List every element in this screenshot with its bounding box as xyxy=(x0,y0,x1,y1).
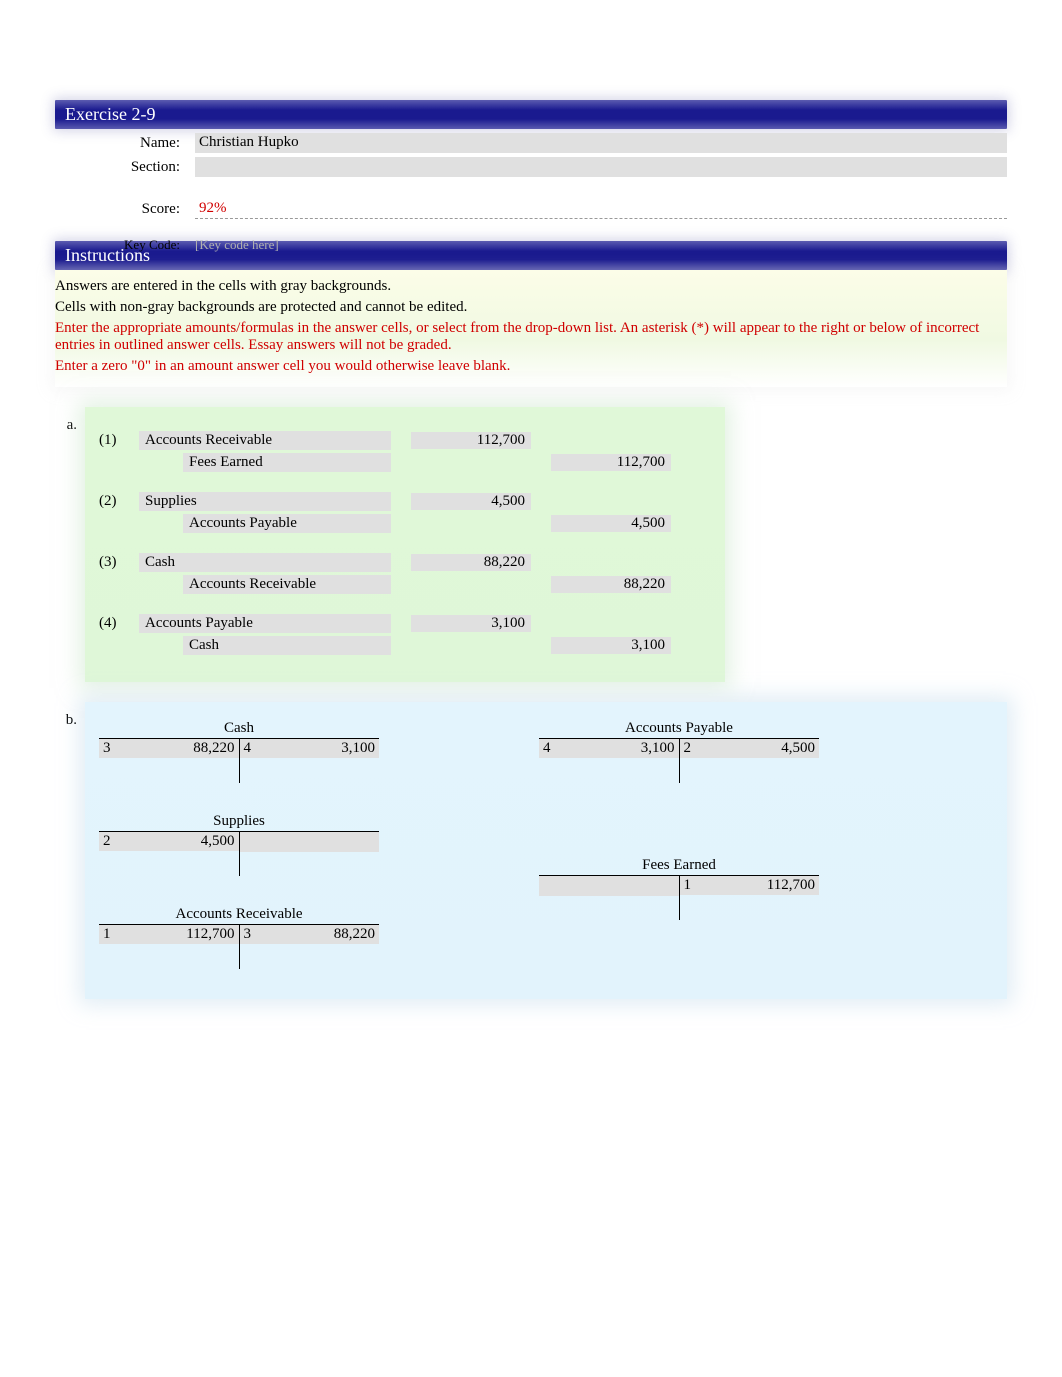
t-account-title: Accounts Receivable xyxy=(99,906,379,925)
t-account-debit-entry[interactable] xyxy=(539,876,679,896)
section-b-body: Cash 3 88,220 4 3,100 xyxy=(85,702,1007,999)
section-a-body: (1) Accounts Receivable 112,700 Fees Ear… xyxy=(85,407,725,682)
entry-amount: 4,500 xyxy=(121,833,235,850)
entry-ref: 4 xyxy=(543,740,561,757)
entry-ref: 3 xyxy=(244,926,262,943)
je-num: (4) xyxy=(99,615,139,632)
t-account-title: Accounts Payable xyxy=(539,720,819,739)
credit-amount-input[interactable]: 112,700 xyxy=(551,454,671,471)
credit-amount-input[interactable]: 88,220 xyxy=(551,576,671,593)
credit-account-select[interactable]: Accounts Receivable xyxy=(183,575,391,594)
section-b-letter: b. xyxy=(55,702,85,999)
entry-ref: 4 xyxy=(244,740,262,757)
section-a: a. (1) Accounts Receivable 112,700 Fees … xyxy=(55,407,1007,682)
entry-amount: 112,700 xyxy=(121,926,235,943)
journal-entry-3: (3) Cash 88,220 Accounts Receivable 88,2… xyxy=(99,553,711,594)
debit-account-select[interactable]: Supplies xyxy=(139,492,391,511)
t-account-title: Fees Earned xyxy=(539,857,819,876)
section-b: b. Cash 3 88,220 xyxy=(55,702,1007,999)
je-num: (1) xyxy=(99,432,139,449)
t-account-cash: Cash 3 88,220 4 3,100 xyxy=(99,720,379,783)
je-num: (3) xyxy=(99,554,139,571)
t-account-title: Supplies xyxy=(99,813,379,832)
section-input[interactable] xyxy=(195,157,1007,177)
t-account-title: Cash xyxy=(99,720,379,739)
t-account-credit-entry[interactable] xyxy=(240,832,380,852)
credit-account-select[interactable]: Accounts Payable xyxy=(183,514,391,533)
t-account-fees-earned: Fees Earned 1 112,700 xyxy=(539,857,819,920)
instructions-title: Instructions xyxy=(65,245,150,265)
debit-amount-input[interactable]: 88,220 xyxy=(411,554,531,571)
debit-account-select[interactable]: Accounts Receivable xyxy=(139,431,391,450)
entry-ref: 1 xyxy=(684,877,702,894)
instructions-body: Answers are entered in the cells with gr… xyxy=(55,270,1007,387)
keycode-input[interactable]: [Key code here] xyxy=(195,237,279,253)
entry-amount: 88,220 xyxy=(121,740,235,757)
t-account-debit-entry[interactable]: 4 3,100 xyxy=(539,739,679,758)
entry-amount: 112,700 xyxy=(702,877,816,894)
info-row-name: Name: Christian Hupko xyxy=(55,133,1007,153)
credit-amount-input[interactable]: 4,500 xyxy=(551,515,671,532)
entry-amount: 3,100 xyxy=(561,740,675,757)
entry-amount: 88,220 xyxy=(262,926,376,943)
score-value: 92% xyxy=(195,199,1007,219)
t-account-accounts-receivable: Accounts Receivable 1 112,700 3 88,220 xyxy=(99,906,379,969)
entry-ref: 3 xyxy=(103,740,121,757)
t-account-credit-entry[interactable]: 4 3,100 xyxy=(240,739,380,758)
debit-account-select[interactable]: Cash xyxy=(139,553,391,572)
credit-account-select[interactable]: Cash xyxy=(183,636,391,655)
t-accounts-left-column: Cash 3 88,220 4 3,100 xyxy=(99,720,379,969)
entry-ref: 1 xyxy=(103,926,121,943)
entry-ref: 2 xyxy=(103,833,121,850)
instr-line-1: Answers are entered in the cells with gr… xyxy=(55,276,1007,297)
t-account-supplies: Supplies 2 4,500 xyxy=(99,813,379,876)
section-a-letter: a. xyxy=(55,407,85,682)
name-input[interactable]: Christian Hupko xyxy=(195,133,1007,153)
instr-line-4: Enter a zero "0" in an amount answer cel… xyxy=(55,356,1007,377)
t-account-debit-entry[interactable]: 1 112,700 xyxy=(99,925,239,944)
info-row-section: Section: xyxy=(55,157,1007,177)
instr-line-3: Enter the appropriate amounts/formulas i… xyxy=(55,318,1007,356)
journal-entry-2: (2) Supplies 4,500 Accounts Payable 4,50… xyxy=(99,492,711,533)
t-account-credit-entry[interactable]: 2 4,500 xyxy=(680,739,820,758)
debit-account-select[interactable]: Accounts Payable xyxy=(139,614,391,633)
debit-amount-input[interactable]: 3,100 xyxy=(411,615,531,632)
name-label: Name: xyxy=(55,135,195,152)
t-account-debit-entry[interactable]: 2 4,500 xyxy=(99,832,239,851)
t-account-accounts-payable: Accounts Payable 4 3,100 2 4,500 xyxy=(539,720,819,783)
score-label: Score: xyxy=(55,201,195,218)
entry-amount: 3,100 xyxy=(262,740,376,757)
exercise-header: Exercise 2-9 xyxy=(55,100,1007,129)
journal-entry-1: (1) Accounts Receivable 112,700 Fees Ear… xyxy=(99,431,711,472)
exercise-title: Exercise 2-9 xyxy=(65,104,155,124)
debit-amount-input[interactable]: 112,700 xyxy=(411,432,531,449)
info-row-score: Score: 92% xyxy=(55,199,1007,219)
credit-account-select[interactable]: Fees Earned xyxy=(183,453,391,472)
section-label: Section: xyxy=(55,159,195,176)
t-account-credit-entry[interactable]: 1 112,700 xyxy=(680,876,820,895)
entry-amount: 4,500 xyxy=(702,740,816,757)
journal-entry-4: (4) Accounts Payable 3,100 Cash 3,100 xyxy=(99,614,711,655)
instr-line-2: Cells with non-gray backgrounds are prot… xyxy=(55,297,1007,318)
t-account-credit-entry[interactable]: 3 88,220 xyxy=(240,925,380,944)
credit-amount-input[interactable]: 3,100 xyxy=(551,637,671,654)
t-account-debit-entry[interactable]: 3 88,220 xyxy=(99,739,239,758)
t-accounts-right-column: Accounts Payable 4 3,100 2 4,500 xyxy=(539,720,819,969)
debit-amount-input[interactable]: 4,500 xyxy=(411,493,531,510)
entry-ref: 2 xyxy=(684,740,702,757)
je-num: (2) xyxy=(99,493,139,510)
